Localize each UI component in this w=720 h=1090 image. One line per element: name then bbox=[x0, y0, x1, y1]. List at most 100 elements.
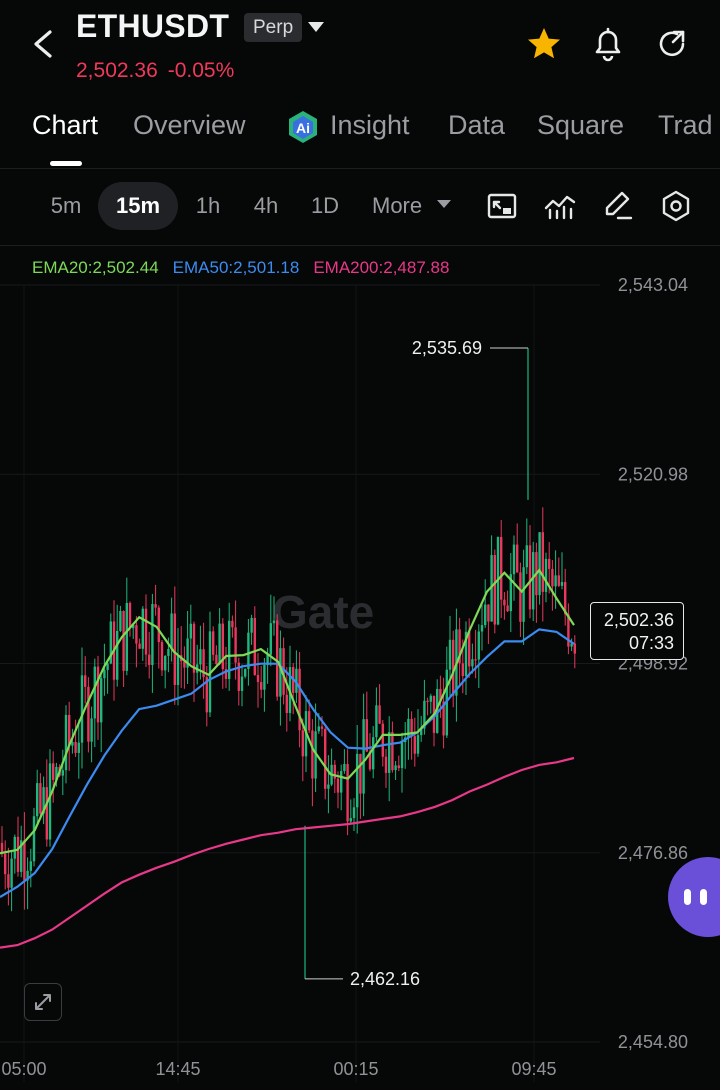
symbol-title[interactable]: ETHUSDT bbox=[76, 8, 229, 45]
tab-trade[interactable]: Trad bbox=[658, 110, 713, 141]
candle-body bbox=[250, 617, 253, 633]
ema50-legend: EMA50:2,501.18 bbox=[172, 258, 300, 277]
candle-body bbox=[189, 623, 192, 639]
candle-body bbox=[96, 666, 100, 723]
candle-body bbox=[477, 631, 480, 660]
candle-body bbox=[362, 719, 365, 794]
candle-body bbox=[122, 610, 125, 671]
candle-body bbox=[301, 730, 304, 757]
candle-body bbox=[372, 737, 375, 770]
y-tick-label: 2,454.80 bbox=[618, 1032, 688, 1052]
price-chart[interactable]: Gate 2,543.042,520.982,498.922,476.862,4… bbox=[0, 250, 720, 1090]
x-tick-label: 05:00 bbox=[1, 1059, 46, 1079]
candle-body bbox=[100, 678, 103, 723]
current-price-tag: 2,502.36 07:33 bbox=[590, 602, 684, 660]
candle-body bbox=[346, 763, 349, 822]
chevron-left-icon bbox=[34, 30, 52, 58]
candle-body bbox=[573, 643, 576, 654]
settings-button[interactable] bbox=[656, 186, 696, 226]
x-tick-label: 09:45 bbox=[511, 1059, 556, 1079]
settings-icon bbox=[662, 190, 690, 222]
candle-body bbox=[474, 659, 477, 661]
candle-body bbox=[231, 620, 234, 628]
y-tick-label: 2,520.98 bbox=[618, 464, 688, 484]
candle-body bbox=[103, 669, 106, 679]
candle-body bbox=[84, 675, 87, 687]
interval-5m[interactable]: 5m bbox=[40, 182, 92, 230]
draw-button[interactable] bbox=[598, 186, 638, 226]
ema200-legend: EMA200:2,487.88 bbox=[313, 258, 450, 277]
candle-body bbox=[61, 770, 64, 776]
interval-more[interactable]: More bbox=[362, 182, 436, 230]
back-button[interactable] bbox=[22, 22, 66, 66]
candle-body bbox=[253, 617, 256, 675]
favorite-button[interactable] bbox=[524, 24, 564, 64]
candle-body bbox=[429, 695, 432, 702]
candle-body bbox=[170, 613, 173, 649]
candle-body bbox=[64, 714, 68, 771]
chevron-down-icon[interactable] bbox=[308, 22, 324, 32]
fullscreen-button[interactable] bbox=[24, 983, 62, 1021]
candle-body bbox=[260, 682, 263, 690]
candle-body bbox=[378, 705, 381, 724]
interval-4h[interactable]: 4h bbox=[244, 182, 288, 230]
expand-icon bbox=[35, 994, 51, 1010]
x-tick-label: 00:15 bbox=[333, 1059, 378, 1079]
candle-body bbox=[416, 735, 420, 754]
y-tick-label: 2,543.04 bbox=[618, 275, 688, 295]
candle-body bbox=[551, 568, 554, 587]
ema-legend[interactable]: EMA20:2,502.44 EMA50:2,501.18 EMA200:2,487… bbox=[32, 258, 463, 278]
candle-body bbox=[343, 763, 346, 772]
candle-body bbox=[45, 787, 48, 840]
tab-chart[interactable]: Chart bbox=[32, 110, 98, 141]
last-price: 2,502.36 bbox=[76, 59, 158, 82]
tab-overview[interactable]: Overview bbox=[133, 110, 246, 141]
candle-body bbox=[500, 536, 503, 600]
tab-insight[interactable]: Insight bbox=[330, 110, 410, 141]
candle-body bbox=[160, 642, 164, 671]
perp-badge: Perp bbox=[244, 13, 303, 42]
tab-square[interactable]: Square bbox=[537, 110, 624, 141]
candle-body bbox=[365, 719, 368, 752]
candle-body bbox=[506, 605, 509, 612]
share-button[interactable] bbox=[652, 24, 692, 64]
candle-body bbox=[375, 705, 378, 738]
candle-body bbox=[144, 608, 148, 655]
candle-body bbox=[16, 836, 20, 872]
compare-icon bbox=[487, 193, 517, 219]
candle-body bbox=[272, 620, 276, 624]
candle-body bbox=[256, 674, 260, 683]
interval-15m[interactable]: 15m bbox=[98, 182, 178, 230]
candle-body bbox=[538, 532, 541, 596]
candle-body bbox=[192, 623, 196, 673]
caret-down-icon bbox=[437, 200, 451, 208]
candle-body bbox=[528, 545, 532, 610]
bell-icon bbox=[595, 27, 621, 62]
candle-body bbox=[359, 753, 362, 794]
indicators-icon bbox=[544, 195, 576, 220]
candle-body bbox=[557, 575, 560, 586]
interval-1d[interactable]: 1D bbox=[302, 182, 348, 230]
interval-1h[interactable]: 1h bbox=[186, 182, 230, 230]
price-line: 2,502.36 -0.05% bbox=[76, 59, 244, 83]
tab-data[interactable]: Data bbox=[448, 110, 505, 141]
candle-body bbox=[461, 663, 464, 677]
candle-body bbox=[10, 858, 13, 888]
candle-body bbox=[218, 623, 221, 665]
candle-body bbox=[148, 654, 151, 665]
candle-body bbox=[240, 676, 244, 691]
candle-body bbox=[199, 649, 202, 665]
active-tab-indicator bbox=[50, 161, 82, 166]
candle-body bbox=[471, 659, 474, 667]
compare-button[interactable] bbox=[482, 186, 522, 226]
candle-body bbox=[484, 604, 487, 626]
candle-body bbox=[285, 694, 288, 713]
candle-body bbox=[157, 607, 160, 643]
candle-body bbox=[512, 544, 516, 575]
alert-button[interactable] bbox=[588, 24, 628, 64]
candle-body bbox=[80, 675, 84, 743]
candle-body bbox=[388, 732, 391, 773]
candle-body bbox=[340, 771, 343, 793]
indicators-button[interactable] bbox=[540, 186, 580, 226]
candle-body bbox=[493, 555, 496, 625]
